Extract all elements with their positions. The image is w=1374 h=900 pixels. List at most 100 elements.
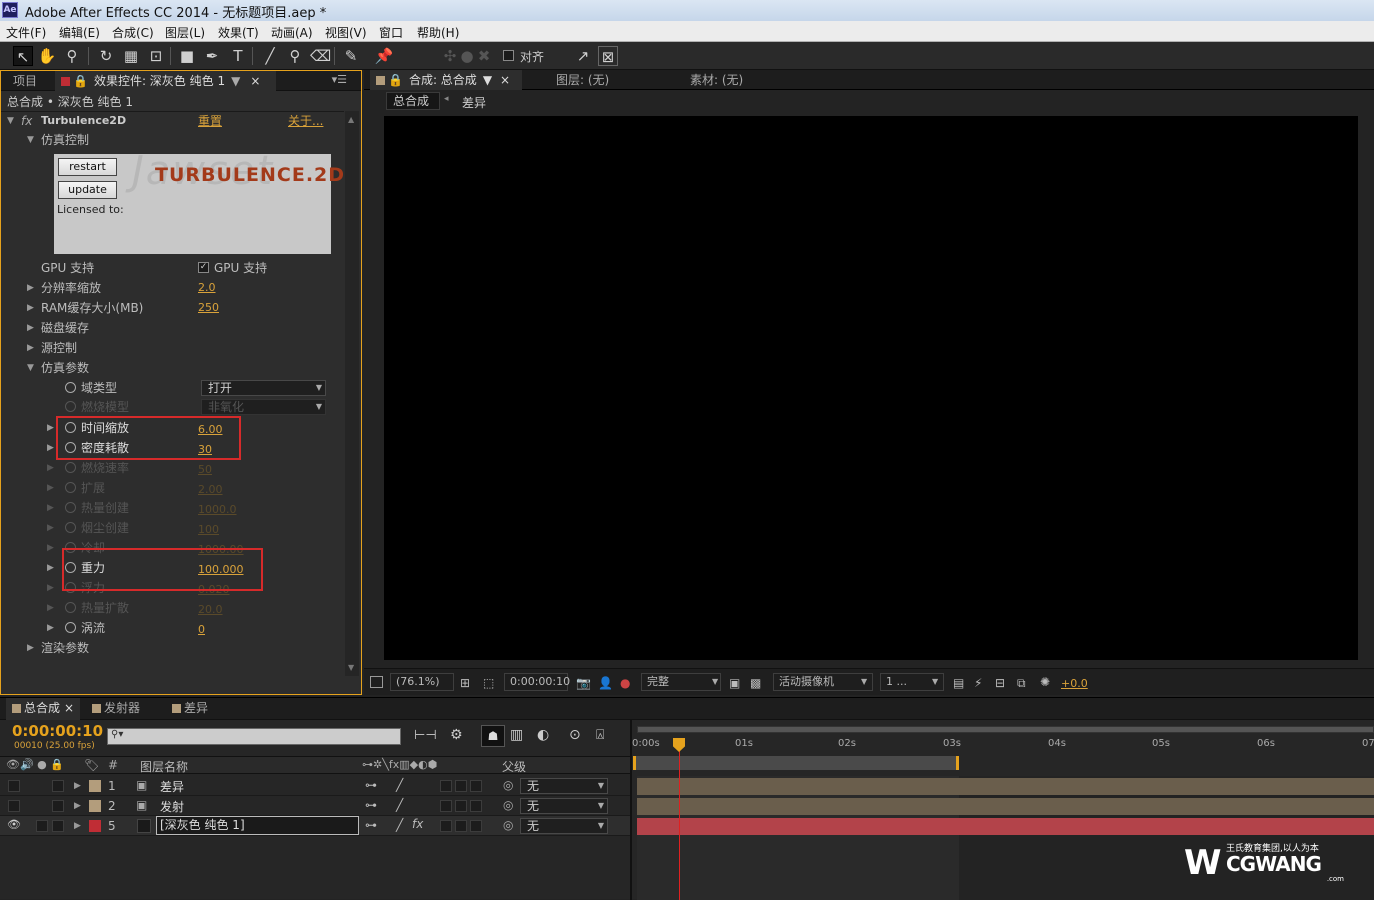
vortex-value[interactable]: 0 <box>198 620 205 640</box>
fx-icon[interactable]: fx <box>412 817 423 831</box>
menu-edit[interactable]: 编辑(E) <box>59 24 100 41</box>
eye-icon[interactable]: 👁 <box>7 818 21 831</box>
layer-name-input[interactable]: [深灰色 纯色 1] <box>156 816 359 835</box>
snap-feature-icon[interactable]: ⊠ <box>598 46 618 66</box>
tab-effect-controls[interactable]: 🔒效果控件: 深灰色 纯色 1▼× <box>55 71 276 91</box>
chevron-right-icon[interactable]: ▶ <box>74 821 81 831</box>
hand-tool-icon[interactable]: ✋ <box>37 46 57 66</box>
quality-select[interactable]: 完整 <box>641 673 721 691</box>
exposure-icon[interactable]: ✺ <box>1040 675 1050 689</box>
shy-switch-icon[interactable]: ⊶ <box>365 798 377 812</box>
show-snapshot-icon[interactable]: 👤 <box>598 676 613 690</box>
ram-value[interactable]: 250 <box>198 298 219 318</box>
crumb-sub-comp[interactable]: 差异 <box>462 94 486 111</box>
menu-window[interactable]: 窗口 <box>379 24 403 41</box>
table-row[interactable]: ▶ 2 ▣ 发射 ⊶ ╱ ◎ 无 <box>0 796 630 816</box>
layer-label-color[interactable] <box>89 800 101 812</box>
domain-type-select[interactable]: 打开 <box>201 380 326 396</box>
crumb-main-comp[interactable]: 总合成 <box>386 92 440 110</box>
tab-difference[interactable]: 差异 <box>166 698 226 720</box>
layer-label-color[interactable] <box>89 780 101 792</box>
chevron-right-icon[interactable]: ▶ <box>27 638 34 658</box>
fx-icon[interactable]: fx <box>21 111 32 131</box>
roto-brush-tool-icon[interactable]: ✎ <box>341 46 361 66</box>
chevron-right-icon[interactable]: ▶ <box>74 781 81 791</box>
timeline-timecode[interactable]: 0:00:00:10 <box>12 722 103 740</box>
source-control-row[interactable]: ▶ 源控制 <box>1 338 344 358</box>
lock-icon[interactable]: 🔒 <box>388 73 403 87</box>
tab-composition[interactable]: 🔒合成: 总合成▼× <box>370 70 522 90</box>
close-icon[interactable]: × <box>500 73 510 87</box>
menu-effect[interactable]: 效果(T) <box>218 24 259 41</box>
resolution-icon[interactable]: ⊞ <box>460 676 470 690</box>
chevron-down-icon[interactable]: ▼ <box>27 130 34 150</box>
pan-behind-tool-icon[interactable]: ⊡ <box>146 46 166 66</box>
chevron-right-icon[interactable]: ▶ <box>47 438 54 458</box>
parent-select[interactable]: 无 <box>520 778 608 794</box>
pen-tool-icon[interactable]: ✒ <box>202 46 222 66</box>
parent-select[interactable]: 无 <box>520 818 608 834</box>
stopwatch-icon[interactable] <box>65 382 76 393</box>
chevron-right-icon[interactable]: ▶ <box>47 418 54 438</box>
chevron-right-icon[interactable]: ▶ <box>47 558 54 578</box>
res-scale-value[interactable]: 2.0 <box>198 278 216 298</box>
update-button[interactable]: update <box>58 181 117 199</box>
camera-select[interactable]: 活动摄像机 <box>773 673 873 691</box>
time-ruler[interactable]: 0:00s 01s 02s 03s 04s 05s 06s 07s <box>632 734 1374 758</box>
timeline-icon[interactable]: ⊟ <box>995 676 1005 690</box>
toggle-pixel-aspect-icon[interactable]: ▤ <box>953 676 964 690</box>
flowchart-icon[interactable]: ⧉ <box>1017 676 1026 691</box>
col-layer-name[interactable]: 图层名称 <box>140 758 188 775</box>
chevron-down-icon[interactable]: ▼ <box>27 358 34 378</box>
type-tool-icon[interactable]: T <box>228 46 248 66</box>
sim-params-row[interactable]: ▼ 仿真参数 <box>1 358 344 378</box>
shy-layers-icon[interactable]: ☗ <box>481 725 505 747</box>
quality-switch-icon[interactable]: ╱ <box>396 778 403 792</box>
always-preview-icon[interactable] <box>370 676 383 688</box>
tab-dropdown-icon[interactable]: ▼ <box>483 73 492 87</box>
shy-switch-icon[interactable]: ⊶ <box>365 818 377 832</box>
menu-animation[interactable]: 动画(A) <box>271 24 313 41</box>
chevron-right-icon[interactable]: ▶ <box>27 278 34 298</box>
menu-help[interactable]: 帮助(H) <box>417 24 459 41</box>
work-area-bar[interactable] <box>633 756 959 770</box>
gpu-checkbox[interactable]: ✓ <box>198 262 209 273</box>
comp-viewer[interactable] <box>384 116 1358 660</box>
quality-switch-icon[interactable]: ╱ <box>396 798 403 812</box>
restart-button[interactable]: restart <box>58 158 117 176</box>
current-time-display[interactable]: 0:00:00:10 <box>504 673 568 691</box>
chevron-right-icon[interactable]: ▶ <box>27 298 34 318</box>
lock-icon[interactable]: 🔒 <box>73 74 88 88</box>
chevron-right-icon[interactable]: ▶ <box>27 318 34 338</box>
fast-previews-icon[interactable]: ⚡ <box>974 676 982 690</box>
close-icon[interactable]: × <box>64 701 74 715</box>
menu-composition[interactable]: 合成(C) <box>112 24 154 41</box>
selection-tool-icon[interactable]: ↖ <box>13 46 33 66</box>
snap-checkbox[interactable] <box>503 50 514 61</box>
tab-layer[interactable]: 图层: (无) <box>550 70 660 90</box>
scrollbar[interactable]: ▲ ▼ <box>345 111 359 676</box>
pickwhip-icon[interactable]: ◎ <box>503 798 513 812</box>
graph-editor-icon[interactable]: ⊙ <box>569 727 581 743</box>
parent-select[interactable]: 无 <box>520 798 608 814</box>
brainstorm-icon[interactable]: ⍓ <box>596 727 604 743</box>
panel-menu-icon[interactable]: ▾☰ <box>332 73 347 86</box>
puppet-pin-tool-icon[interactable]: 📌 <box>374 46 394 66</box>
menu-layer[interactable]: 图层(L) <box>165 24 205 41</box>
camera-tool-icon[interactable]: ▦ <box>121 46 141 66</box>
stopwatch-icon[interactable] <box>65 622 76 633</box>
layer-duration-bar[interactable] <box>637 798 1374 815</box>
transparency-grid-icon[interactable]: ▣ <box>729 676 740 690</box>
channel-icon[interactable]: ● <box>620 676 630 690</box>
zoom-tool-icon[interactable]: ⚲ <box>62 46 82 66</box>
menu-file[interactable]: 文件(F) <box>6 24 46 41</box>
time-navigator-bar[interactable] <box>637 726 1374 733</box>
exposure-value[interactable]: +0.0 <box>1061 677 1088 690</box>
tab-dropdown-icon[interactable]: ▼ <box>231 74 240 88</box>
eraser-tool-icon[interactable]: ⌫ <box>310 46 330 66</box>
table-row[interactable]: 👁 ▶ 5 [深灰色 纯色 1] ⊶ ╱ fx ◎ 无 <box>0 816 630 836</box>
tab-project[interactable]: 项目 <box>7 71 53 91</box>
shy-switch-icon[interactable]: ⊶ <box>365 778 377 792</box>
checkerboard-icon[interactable]: ▩ <box>750 676 761 690</box>
layer-search-input[interactable]: ⚲▾ <box>107 728 401 745</box>
